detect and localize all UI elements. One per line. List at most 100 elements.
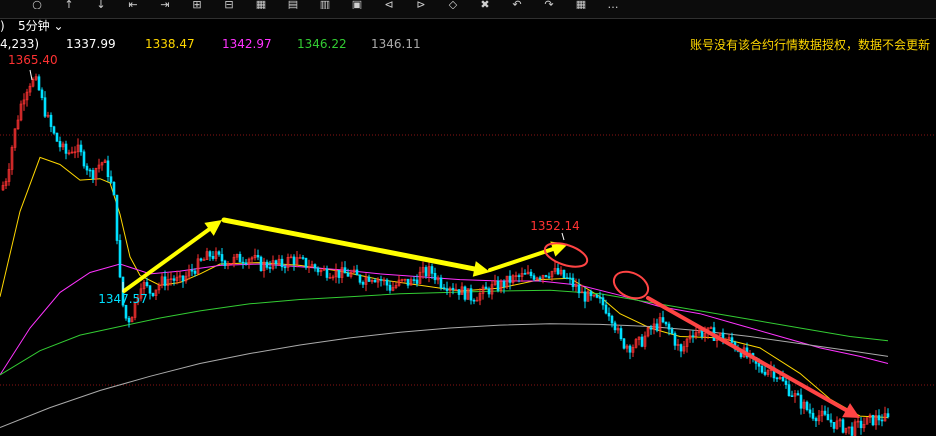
candle-31 — [94, 167, 98, 186]
candle-63 — [190, 263, 194, 277]
candle-275 — [826, 407, 830, 421]
arrow-down-red — [646, 296, 860, 418]
candle-71 — [214, 247, 218, 262]
candle-276 — [829, 413, 833, 427]
candle-109 — [328, 273, 332, 279]
candle-162 — [487, 286, 491, 298]
candle-118 — [355, 264, 359, 276]
candle-123 — [370, 279, 374, 284]
candle-30 — [91, 167, 95, 183]
candle-74 — [223, 259, 227, 269]
candle-181 — [544, 274, 548, 278]
candle-14 — [43, 91, 47, 118]
candle-104 — [313, 263, 317, 272]
candle-35 — [106, 155, 110, 182]
grid-lines — [0, 134, 936, 386]
candle-70 — [211, 251, 215, 261]
candle-227 — [682, 341, 686, 355]
candle-135 — [406, 278, 410, 289]
candle-220 — [661, 310, 665, 324]
highlight-circle-1 — [543, 242, 589, 268]
annotation-peak-pointer — [561, 232, 565, 241]
candle-266 — [799, 388, 803, 415]
candle-274 — [823, 405, 827, 417]
candle-9 — [28, 83, 32, 96]
candle-286 — [859, 416, 863, 435]
candle-262 — [787, 380, 791, 397]
candle-171 — [514, 271, 518, 282]
candle-2 — [7, 163, 11, 186]
candle-68 — [205, 247, 209, 261]
candle-187 — [562, 269, 566, 279]
candle-134 — [403, 278, 407, 283]
candle-87 — [262, 257, 266, 278]
price-chart[interactable]: 1365.40 1347.57 1352.14 — [0, 0, 936, 436]
candle-65 — [196, 254, 200, 275]
candle-140 — [421, 261, 425, 279]
candle-93 — [280, 255, 284, 271]
candle-258 — [775, 376, 779, 382]
candle-153 — [460, 282, 464, 295]
candle-160 — [481, 284, 485, 300]
candle-69 — [208, 250, 212, 261]
candle-175 — [526, 265, 530, 275]
candle-191 — [574, 278, 578, 292]
candle-79 — [238, 251, 242, 263]
candle-263 — [790, 390, 794, 398]
candle-155 — [466, 288, 470, 300]
candle-73 — [220, 248, 224, 265]
candle-219 — [658, 312, 662, 338]
candle-103 — [310, 260, 314, 268]
candle-119 — [358, 274, 362, 285]
arrow-up-2 — [488, 241, 568, 272]
candle-62 — [187, 264, 191, 280]
candle-284 — [853, 419, 857, 436]
candle-3 — [10, 145, 14, 175]
candle-230 — [691, 330, 695, 343]
candle-293 — [880, 414, 884, 427]
candle-205 — [616, 324, 620, 334]
candle-128 — [385, 278, 389, 291]
candle-50 — [151, 292, 155, 298]
candle-126 — [379, 275, 383, 287]
candle-292 — [877, 409, 881, 426]
candle-36 — [109, 170, 113, 184]
candle-115 — [346, 268, 350, 277]
candle-281 — [844, 427, 848, 435]
candle-136 — [409, 277, 413, 286]
ma-line-4 — [0, 323, 889, 428]
candle-59 — [178, 271, 182, 283]
candle-264 — [793, 390, 797, 403]
candle-0 — [1, 181, 5, 191]
candle-158 — [475, 296, 479, 302]
candle-229 — [688, 330, 692, 343]
candle-157 — [472, 298, 476, 305]
candle-86 — [259, 255, 263, 272]
candle-39 — [118, 234, 122, 279]
candle-53 — [160, 273, 164, 289]
candle-184 — [553, 261, 557, 275]
candle-288 — [865, 417, 869, 425]
candle-137 — [412, 276, 416, 284]
candle-254 — [763, 366, 767, 377]
candle-228 — [685, 337, 689, 353]
candle-174 — [523, 269, 527, 275]
candle-28 — [85, 163, 89, 175]
candle-169 — [508, 270, 512, 290]
candle-236 — [709, 326, 713, 329]
candle-215 — [646, 326, 650, 338]
candle-202 — [607, 307, 611, 321]
candle-112 — [337, 269, 341, 284]
candle-209 — [628, 344, 632, 360]
candle-41 — [124, 304, 128, 321]
candle-43 — [130, 316, 134, 323]
candle-7 — [22, 93, 26, 111]
candle-38 — [115, 194, 119, 245]
candle-190 — [571, 273, 575, 291]
candle-163 — [490, 280, 494, 300]
candle-270 — [811, 407, 815, 421]
candle-37 — [112, 181, 116, 196]
candle-283 — [850, 422, 854, 436]
candle-291 — [874, 410, 878, 430]
candle-24 — [73, 146, 77, 159]
